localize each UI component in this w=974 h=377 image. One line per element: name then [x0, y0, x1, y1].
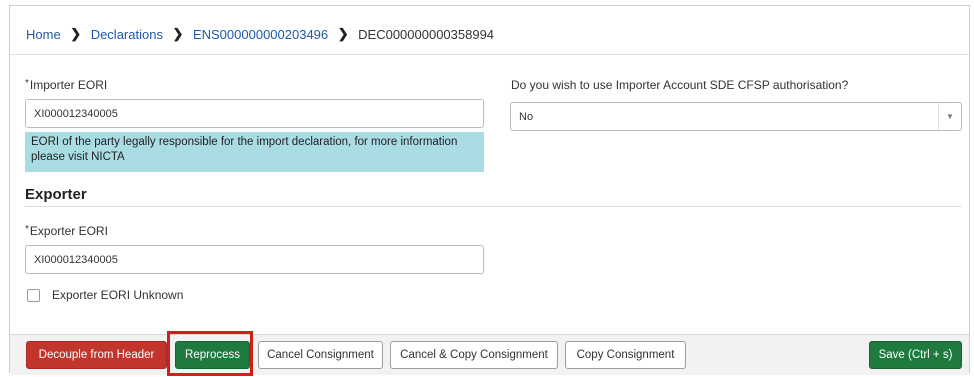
breadcrumb-declarations[interactable]: Declarations — [91, 27, 163, 42]
importer-eori-label-text: Importer EORI — [29, 78, 108, 92]
authorisation-selected-value: No — [519, 110, 534, 123]
breadcrumb: Home ❯ Declarations ❯ ENS000000000203496… — [26, 22, 494, 46]
exporter-eori-label: *Exporter EORI — [25, 224, 108, 238]
breadcrumb-current: DEC000000000358994 — [358, 26, 495, 42]
copy-consignment-button[interactable]: Copy Consignment — [565, 341, 686, 369]
declaration-panel: Home ❯ Declarations ❯ ENS000000000203496… — [9, 5, 970, 375]
required-marker: * — [25, 78, 29, 89]
action-bar: Decouple from Header Reprocess Cancel Co… — [10, 334, 969, 375]
divider — [10, 54, 969, 55]
save-button[interactable]: Save (Ctrl + s) — [869, 341, 962, 369]
cancel-copy-consignment-button[interactable]: Cancel & Copy Consignment — [390, 341, 558, 369]
exporter-eori-unknown-label: Exporter EORI Unknown — [52, 288, 184, 302]
chevron-right-icon: ❯ — [70, 26, 82, 41]
breadcrumb-ens[interactable]: ENS000000000203496 — [193, 27, 328, 42]
exporter-section-title: Exporter — [25, 186, 87, 203]
importer-eori-hint: EORI of the party legally responsible fo… — [25, 132, 484, 172]
importer-eori-label: *Importer EORI — [25, 78, 107, 92]
exporter-eori-unknown-checkbox[interactable] — [27, 289, 40, 302]
required-marker: * — [25, 224, 29, 235]
cancel-consignment-button[interactable]: Cancel Consignment — [258, 341, 383, 369]
exporter-eori-label-text: Exporter EORI — [29, 224, 108, 238]
importer-eori-input[interactable] — [25, 99, 484, 128]
section-divider — [25, 206, 962, 207]
authorisation-label: Do you wish to use Importer Account SDE … — [511, 78, 849, 92]
authorisation-select[interactable]: No ▼ — [510, 102, 962, 131]
exporter-eori-input[interactable] — [25, 245, 484, 274]
decouple-from-header-button[interactable]: Decouple from Header — [26, 341, 167, 369]
reprocess-highlight — [167, 331, 253, 376]
chevron-right-icon: ❯ — [172, 26, 184, 41]
breadcrumb-home[interactable]: Home — [26, 27, 61, 42]
chevron-down-icon[interactable]: ▼ — [938, 103, 961, 130]
chevron-right-icon: ❯ — [337, 26, 349, 41]
